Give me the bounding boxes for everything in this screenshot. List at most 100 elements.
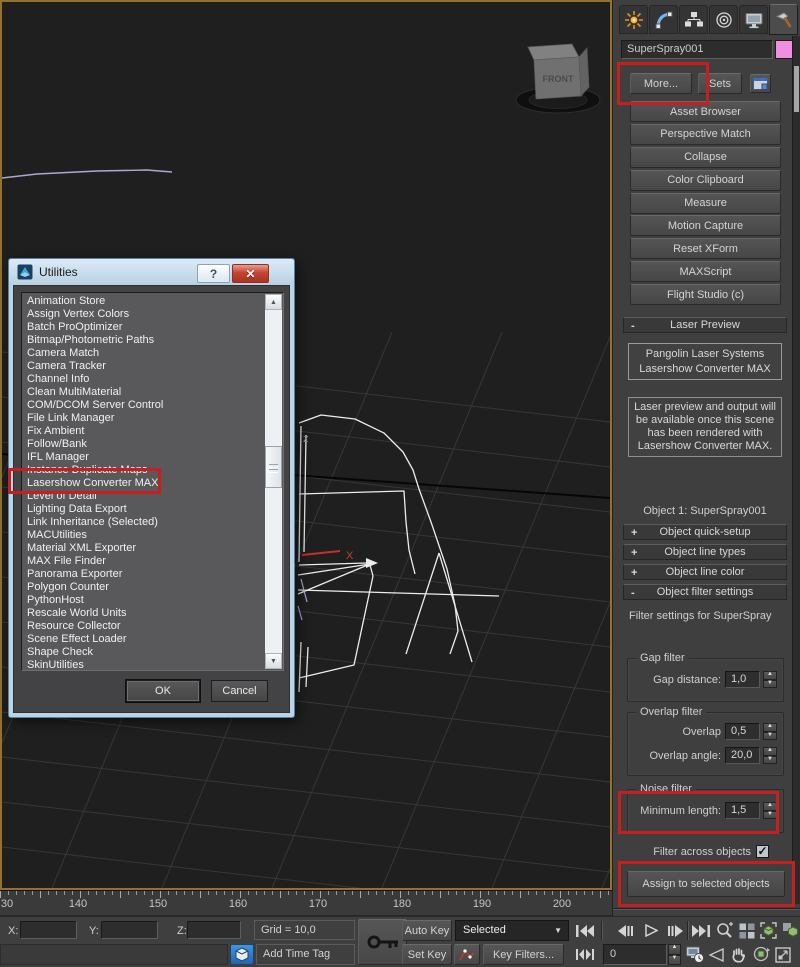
utility-button[interactable]: MAXScript	[630, 261, 781, 282]
current-frame-spinner[interactable]: ▲▼	[668, 944, 681, 965]
utility-list-item[interactable]: Rescale World Units	[24, 607, 264, 620]
panel-scrollbar[interactable]	[792, 36, 800, 904]
rollout-header[interactable]: + Object line color	[623, 564, 787, 580]
zoom-button[interactable]	[713, 920, 735, 941]
utility-button[interactable]: Flight Studio (c)	[630, 284, 781, 305]
orbit-button[interactable]	[750, 944, 771, 965]
timeline-ruler[interactable]: 30140150160170180190200	[0, 890, 612, 916]
field-of-view-button[interactable]	[706, 944, 727, 965]
tab-motion[interactable]	[709, 5, 738, 34]
z-coordinate-field[interactable]	[187, 921, 241, 939]
utility-list-item[interactable]: Level of Detail	[24, 490, 264, 503]
key-tangents-button[interactable]	[454, 944, 480, 965]
utility-list-item[interactable]: SkinUtilities	[24, 659, 264, 668]
utility-list-item[interactable]: IFL Manager	[24, 451, 264, 464]
utility-button[interactable]: Measure	[630, 193, 781, 214]
utility-list-item[interactable]: Channel Info	[24, 373, 264, 386]
utility-list-item[interactable]: Scene Effect Loader	[24, 633, 264, 646]
x-coordinate-field[interactable]	[20, 921, 77, 939]
utility-list-item[interactable]: File Link Manager	[24, 412, 264, 425]
list-scrollbar[interactable]: ▲ ▼	[265, 294, 282, 669]
utility-list-item[interactable]: Instance Duplicate Maps	[24, 464, 264, 477]
overlap-angle-field[interactable]: 20,0	[725, 747, 760, 764]
utility-list-item[interactable]: Clean MultiMaterial	[24, 386, 264, 399]
utility-list-item[interactable]: Shape Check	[24, 646, 264, 659]
configure-button-sets-button[interactable]	[750, 74, 771, 93]
key-mode-toggle[interactable]	[572, 944, 598, 965]
dialog-help-button[interactable]: ?	[197, 264, 230, 283]
utility-button[interactable]: Motion Capture	[630, 215, 781, 236]
scroll-down-button[interactable]: ▼	[265, 653, 282, 669]
utility-list-item[interactable]: Link Inheritance (Selected)	[24, 516, 264, 529]
object-name-field[interactable]: SuperSpray001	[621, 40, 773, 59]
list-scrollbar-thumb[interactable]	[265, 446, 282, 488]
minimum-length-spinner[interactable]: ▲▼	[763, 802, 777, 819]
utility-button[interactable]: Collapse	[630, 147, 781, 168]
isolate-selection-toggle[interactable]	[230, 944, 254, 965]
cancel-button[interactable]: Cancel	[211, 680, 268, 702]
utility-list-item[interactable]: Fix Ambient	[24, 425, 264, 438]
utility-list-item[interactable]: Material XML Exporter	[24, 542, 264, 555]
utility-list-item[interactable]: Assign Vertex Colors	[24, 308, 264, 321]
utility-list-item[interactable]: Batch ProOptimizer	[24, 321, 264, 334]
utilities-listbox[interactable]: Animation StoreAssign Vertex ColorsBatch…	[21, 292, 284, 671]
panel-scrollbar-thumb[interactable]	[794, 66, 799, 112]
dialog-titlebar[interactable]: Utilities ? ✕	[9, 259, 294, 285]
utility-button[interactable]: Reset XForm	[630, 238, 781, 259]
overlap-angle-spinner[interactable]: ▲▼	[763, 747, 777, 764]
gap-distance-field[interactable]: 1,0	[725, 671, 760, 688]
utility-button[interactable]: Perspective Match	[630, 124, 781, 145]
sets-button[interactable]: Sets	[698, 73, 742, 94]
tab-display[interactable]	[739, 5, 768, 34]
rollout-header[interactable]: + Object quick-setup	[623, 524, 787, 540]
play-button[interactable]	[641, 920, 662, 941]
utility-list-item[interactable]: Lighting Data Export	[24, 503, 264, 516]
rollout-header[interactable]: - Object filter settings	[623, 584, 787, 600]
minimum-length-field[interactable]: 1,5	[725, 802, 760, 819]
tab-hierarchy[interactable]	[679, 5, 708, 34]
key-filter-dropdown[interactable]: Selected ▼	[455, 920, 569, 941]
tab-create[interactable]	[619, 5, 648, 34]
zoom-all-button[interactable]	[736, 920, 757, 941]
go-to-end-button[interactable]	[689, 920, 713, 941]
next-frame-button[interactable]	[663, 920, 687, 941]
utility-list-item[interactable]: Panorama Exporter	[24, 568, 264, 581]
dialog-close-button[interactable]: ✕	[232, 264, 269, 283]
overlap-field[interactable]: 0,5	[725, 723, 760, 740]
ok-button[interactable]: OK	[126, 680, 200, 702]
utility-list-item[interactable]: Animation Store	[24, 295, 264, 308]
maximize-viewport-toggle[interactable]	[772, 944, 794, 965]
set-key-button[interactable]: Set Key	[402, 944, 452, 965]
zoom-extents-all-button[interactable]	[780, 920, 800, 941]
overlap-spinner[interactable]: ▲▼	[763, 723, 777, 740]
utility-button[interactable]: Asset Browser	[630, 101, 781, 122]
utility-button[interactable]: Color Clipboard	[630, 170, 781, 191]
utility-list-item[interactable]: Bitmap/Photometric Paths	[24, 334, 264, 347]
utility-list-item[interactable]: MAX File Finder	[24, 555, 264, 568]
utility-list-item[interactable]: COM/DCOM Server Control	[24, 399, 264, 412]
utility-list-item[interactable]: Polygon Counter	[24, 581, 264, 594]
pan-button[interactable]	[728, 944, 749, 965]
go-to-start-button[interactable]	[572, 920, 598, 941]
previous-frame-button[interactable]	[614, 920, 638, 941]
viewcube[interactable]: FRONT	[516, 44, 600, 113]
utility-list-item[interactable]: PythonHost	[24, 594, 264, 607]
utility-list-item[interactable]: Lasershow Converter MAX	[24, 477, 264, 490]
more-button[interactable]: More...	[630, 73, 692, 94]
rollout-header[interactable]: + Object line types	[623, 544, 787, 560]
zoom-extents-selected-button[interactable]	[758, 920, 779, 941]
keyboard-shortcut-override-toggle[interactable]	[358, 919, 407, 965]
auto-key-button[interactable]: Auto Key	[402, 920, 452, 941]
add-time-tag[interactable]: Add Time Tag	[256, 944, 355, 965]
utility-list-item[interactable]: Camera Match	[24, 347, 264, 360]
scroll-up-button[interactable]: ▲	[265, 294, 282, 310]
gap-distance-spinner[interactable]: ▲▼	[763, 671, 777, 688]
utility-list-item[interactable]: Follow/Bank	[24, 438, 264, 451]
superspray-wireframe[interactable]	[298, 415, 499, 692]
y-coordinate-field[interactable]	[101, 921, 158, 939]
utility-list-item[interactable]: Camera Tracker	[24, 360, 264, 373]
key-filters-button[interactable]: Key Filters...	[483, 944, 564, 965]
tab-utilities[interactable]	[769, 4, 798, 35]
time-configuration-button[interactable]	[684, 944, 705, 965]
current-frame-field[interactable]: 0	[603, 944, 667, 965]
